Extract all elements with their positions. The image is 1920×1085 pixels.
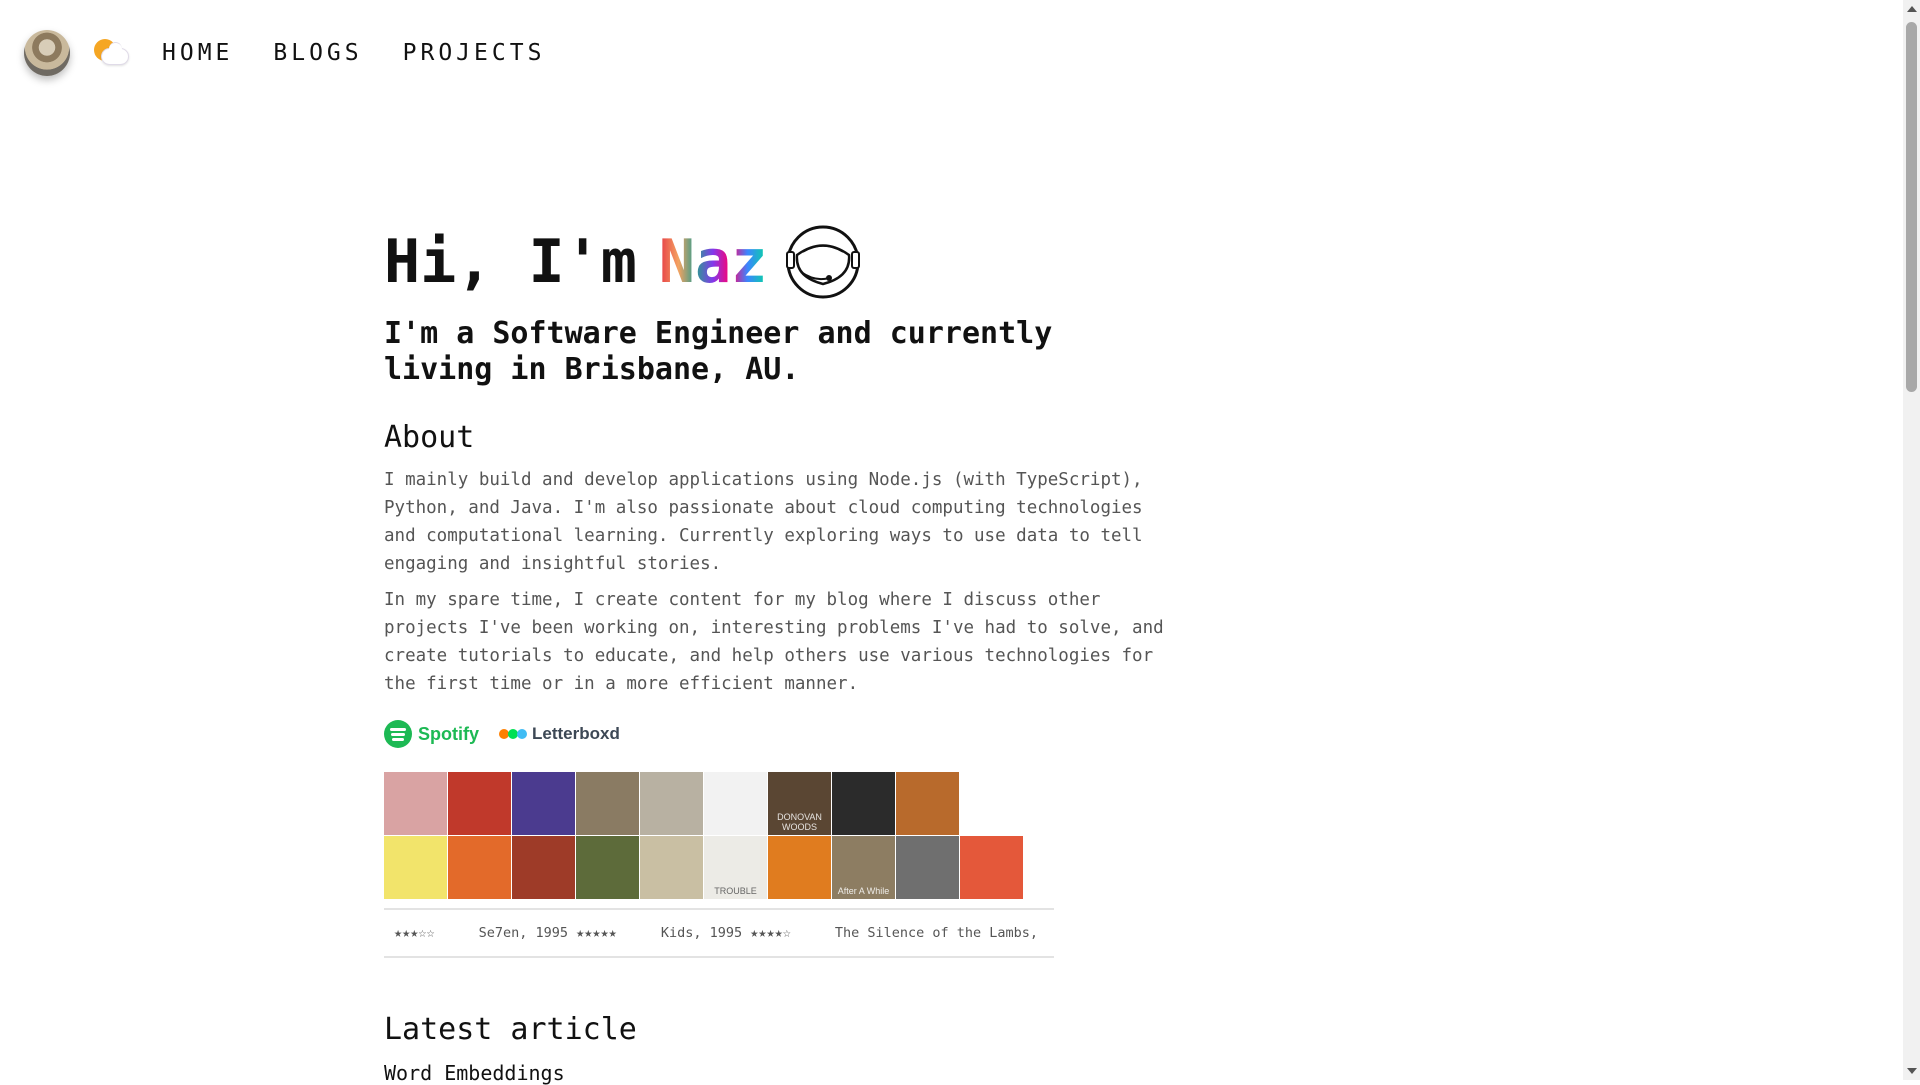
- album-cover-label: TROUBLE: [714, 886, 757, 896]
- album-cover[interactable]: [448, 836, 511, 899]
- latest-article-link[interactable]: Word Embeddings: [384, 1061, 1144, 1085]
- top-nav: HOME BLOGS PROJECTS: [24, 30, 585, 76]
- album-cover[interactable]: DONOVAN WOODS: [768, 772, 831, 835]
- hero-name: Naz: [659, 220, 767, 304]
- album-cover[interactable]: [576, 772, 639, 835]
- album-cover[interactable]: [512, 836, 575, 899]
- spotify-label: Spotify: [418, 723, 479, 744]
- main-content: Hi, I'm Naz I'm a Software Engineer and …: [384, 220, 1164, 1085]
- album-cover[interactable]: [832, 772, 895, 835]
- social-links: Spotify Letterboxd: [384, 720, 1144, 748]
- album-cover-label: DONOVAN WOODS: [777, 812, 822, 832]
- about-paragraph: In my spare time, I create content for m…: [384, 590, 1164, 694]
- album-cover[interactable]: [960, 772, 1023, 835]
- ticker-item[interactable]: Kids, 1995 ★★★★☆: [661, 925, 791, 941]
- album-cover-grid: DONOVAN WOODS TROUBLE After A While: [384, 772, 1054, 900]
- album-cover[interactable]: [640, 836, 703, 899]
- scroll-down-icon[interactable]: [1907, 1068, 1917, 1074]
- album-cover[interactable]: [896, 772, 959, 835]
- ticker-item[interactable]: Se7en, 1995 ★★★★★: [479, 925, 617, 941]
- album-cover[interactable]: [448, 772, 511, 835]
- weather-icon: [92, 38, 129, 68]
- nav-link-blogs[interactable]: BLOGS: [273, 40, 362, 66]
- album-cover[interactable]: [896, 836, 959, 899]
- nav-link-projects[interactable]: PROJECTS: [403, 40, 546, 66]
- letterboxd-ticker: ★★★☆☆ Se7en, 1995 ★★★★★ Kids, 1995 ★★★★☆ Th…: [384, 908, 1054, 958]
- album-cover[interactable]: [640, 772, 703, 835]
- ticker-item[interactable]: ★★★☆☆: [394, 925, 435, 941]
- letterboxd-icon: [499, 724, 527, 744]
- album-cover[interactable]: [960, 836, 1023, 899]
- spotify-link[interactable]: Spotify: [384, 720, 479, 748]
- album-cover[interactable]: TROUBLE: [704, 836, 767, 899]
- hero-greeting: Hi, I'm: [384, 227, 637, 297]
- vertical-scrollbar[interactable]: [1903, 0, 1920, 1080]
- avatar[interactable]: [24, 30, 70, 76]
- nav-links: HOME BLOGS PROJECTS: [162, 40, 585, 66]
- about-title: About: [384, 420, 475, 455]
- album-cover[interactable]: [704, 772, 767, 835]
- scroll-thumb[interactable]: [1906, 22, 1917, 392]
- album-cover[interactable]: [384, 836, 447, 899]
- astronaut-helmet-icon: [786, 225, 861, 299]
- album-cover[interactable]: [384, 772, 447, 835]
- nav-link-home[interactable]: HOME: [162, 40, 233, 66]
- album-cover[interactable]: [768, 836, 831, 899]
- letterboxd-link[interactable]: Letterboxd: [499, 724, 620, 744]
- ticker-item[interactable]: The Silence of the Lambs,: [835, 925, 1038, 941]
- hero-title: Hi, I'm Naz: [384, 220, 1144, 304]
- spotify-icon: [384, 720, 412, 748]
- letterboxd-label: Letterboxd: [532, 724, 620, 743]
- hero-subtitle: I'm a Software Engineer and currently li…: [384, 316, 1053, 387]
- album-cover[interactable]: [576, 836, 639, 899]
- album-cover[interactable]: [512, 772, 575, 835]
- scroll-up-icon[interactable]: [1907, 6, 1917, 12]
- album-cover-label: After A While: [837, 886, 890, 896]
- about-paragraph: I mainly build and develop applications …: [384, 470, 1143, 574]
- album-cover[interactable]: After A While: [832, 836, 895, 899]
- latest-article-title: Latest article: [384, 1012, 637, 1047]
